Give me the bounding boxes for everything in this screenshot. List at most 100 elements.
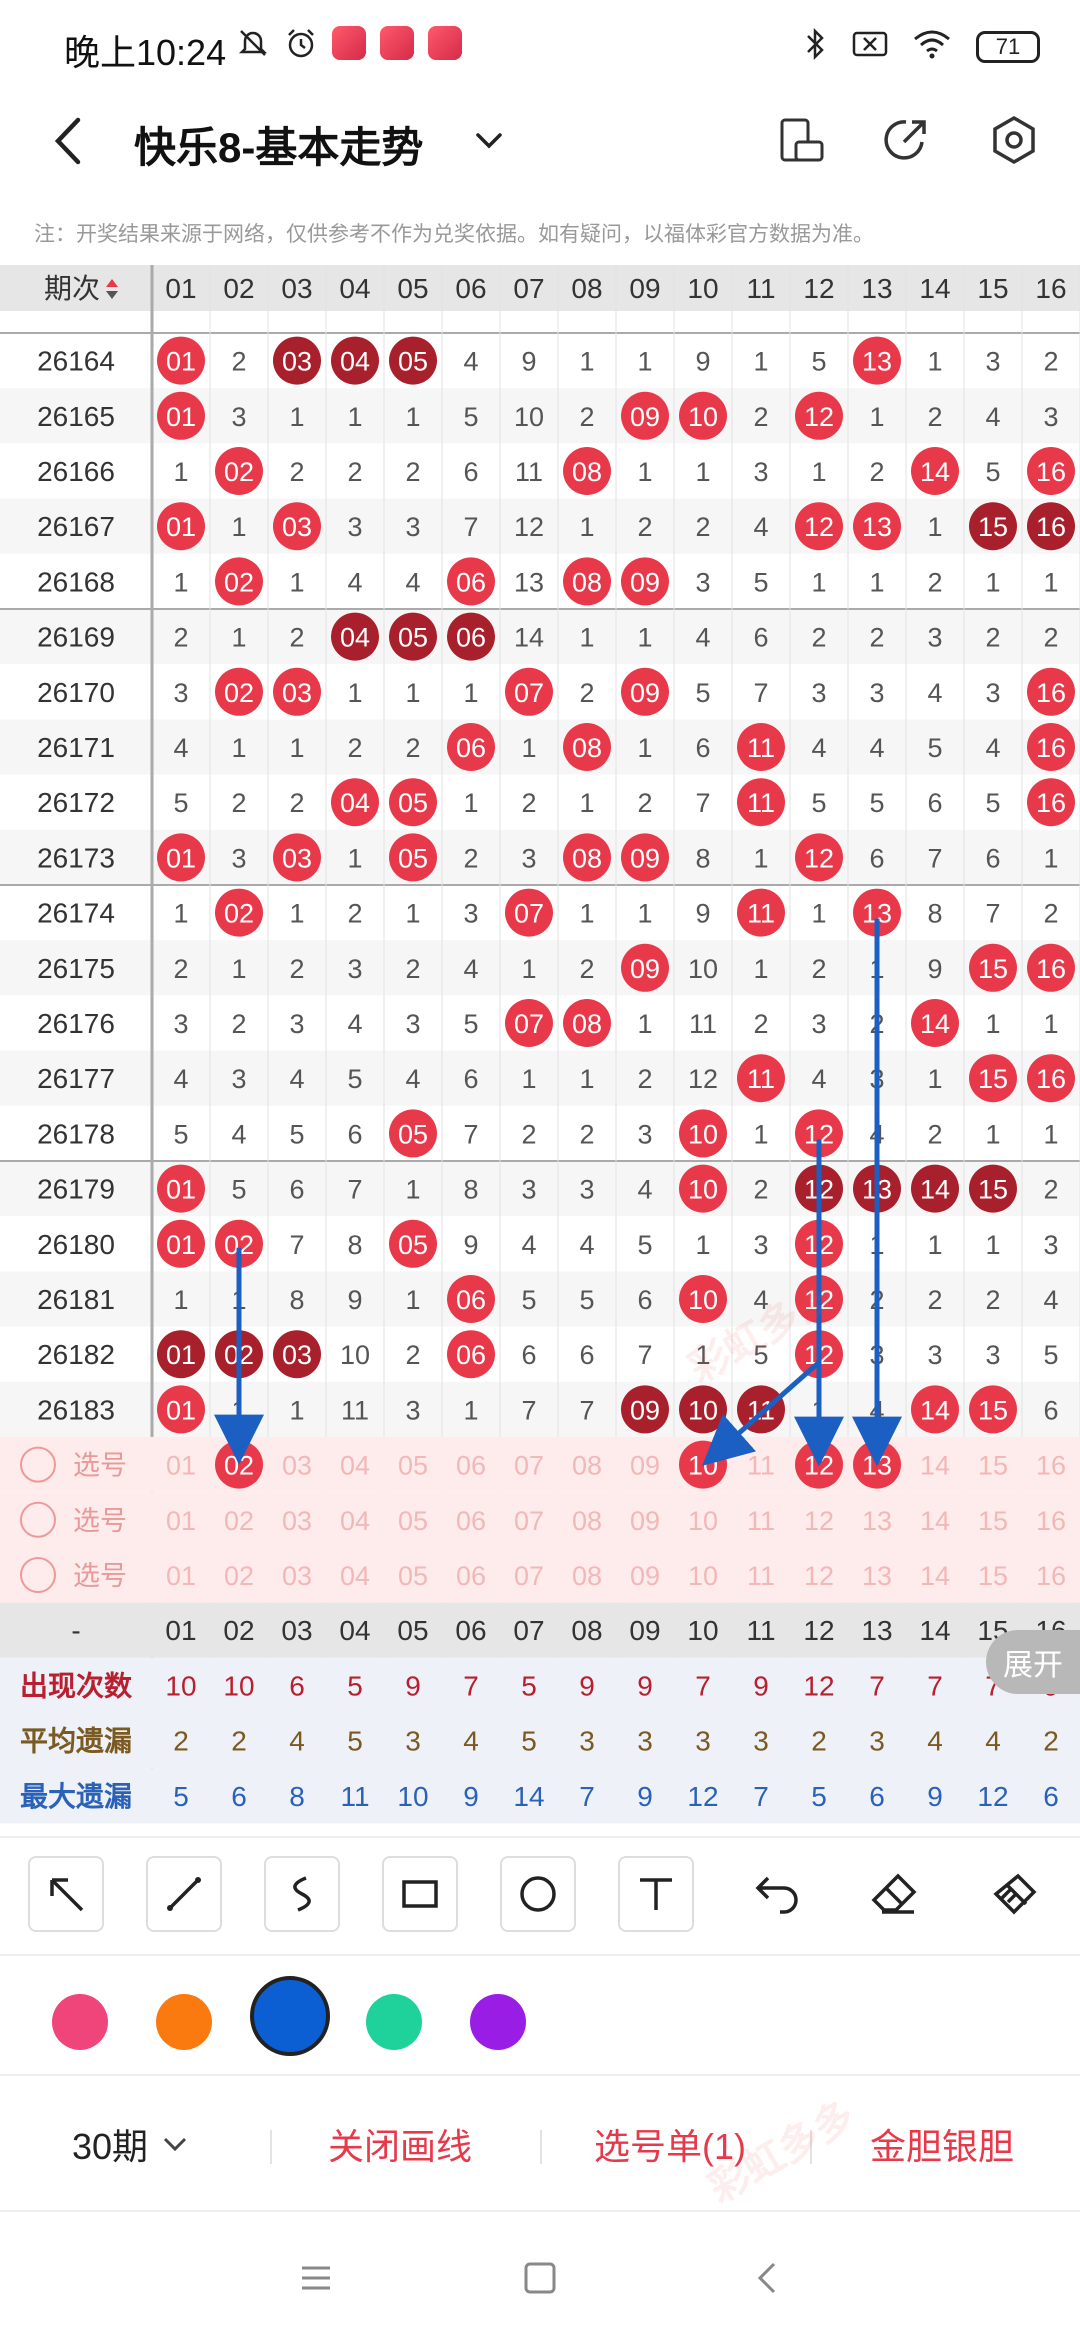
hit-number: 09 bbox=[630, 843, 660, 873]
miss-count: 1 bbox=[289, 567, 304, 597]
column-header-number: 05 bbox=[397, 273, 428, 304]
menu-nav-icon[interactable] bbox=[296, 2258, 336, 2298]
page-title[interactable]: 快乐8-基本走势 bbox=[134, 114, 423, 175]
app-notification-icon bbox=[380, 26, 414, 60]
period-cell: 26176 bbox=[37, 1008, 115, 1039]
share-icon[interactable] bbox=[880, 114, 932, 166]
miss-count: 6 bbox=[753, 623, 768, 653]
period-selector[interactable]: 30期 bbox=[72, 2118, 190, 2170]
stats-value: 5 bbox=[521, 1670, 537, 1701]
miss-count: 2 bbox=[1043, 1175, 1058, 1205]
miss-count: 12 bbox=[514, 512, 544, 542]
hit-number: 05 bbox=[398, 843, 428, 873]
circle-tool-icon[interactable] bbox=[500, 1856, 576, 1932]
wifi-icon bbox=[912, 29, 952, 64]
color-swatch-green[interactable] bbox=[366, 1994, 422, 2050]
miss-count: 1 bbox=[463, 1395, 478, 1425]
hit-number: 15 bbox=[978, 1175, 1008, 1205]
miss-count: 1 bbox=[579, 347, 594, 377]
stats-column-header: 09 bbox=[629, 1615, 660, 1646]
drawing-toolbar bbox=[0, 1840, 1080, 1950]
text-tool-icon[interactable] bbox=[618, 1856, 694, 1932]
line-tool-icon[interactable] bbox=[146, 1856, 222, 1932]
miss-count: 2 bbox=[579, 678, 594, 708]
hit-number: 05 bbox=[398, 788, 428, 818]
miss-count: 7 bbox=[463, 512, 478, 542]
stats-value: 9 bbox=[463, 1781, 479, 1812]
hit-number: 05 bbox=[398, 1119, 428, 1149]
select-option: 15 bbox=[978, 1561, 1008, 1591]
selection-list-button[interactable]: 选号单(1) bbox=[594, 2118, 746, 2170]
miss-count: 6 bbox=[985, 843, 1000, 873]
hit-number: 06 bbox=[456, 733, 486, 763]
clear-brush-icon[interactable] bbox=[976, 1856, 1052, 1932]
hit-number: 06 bbox=[456, 1285, 486, 1315]
close-drawing-button[interactable]: 关闭画线 bbox=[328, 2118, 472, 2170]
select-option: 15 bbox=[978, 1451, 1008, 1481]
expand-button[interactable]: 展开 bbox=[986, 1630, 1080, 1694]
undo-icon[interactable] bbox=[740, 1856, 816, 1932]
settings-icon[interactable] bbox=[988, 114, 1040, 166]
color-swatch-blue-selected[interactable] bbox=[250, 1976, 330, 2056]
miss-count: 3 bbox=[695, 567, 710, 597]
period-cell: 26164 bbox=[37, 346, 115, 377]
miss-count: 1 bbox=[173, 457, 188, 487]
miss-count: 1 bbox=[579, 512, 594, 542]
hit-number: 10 bbox=[688, 1285, 718, 1315]
select-option: 14 bbox=[920, 1561, 950, 1591]
miss-count: 5 bbox=[753, 1340, 768, 1370]
miss-count: 4 bbox=[811, 733, 826, 763]
miss-count: 3 bbox=[811, 1009, 826, 1039]
orientation-toggle-icon[interactable] bbox=[776, 114, 828, 166]
home-nav-icon[interactable] bbox=[520, 2258, 560, 2298]
hit-number: 09 bbox=[630, 1395, 660, 1425]
hit-number: 14 bbox=[920, 1175, 950, 1205]
miss-count: 2 bbox=[347, 457, 362, 487]
stats-column-header: 11 bbox=[746, 1615, 775, 1646]
miss-count: 1 bbox=[405, 402, 420, 432]
stats-value: 5 bbox=[811, 1781, 827, 1812]
miss-count: 5 bbox=[811, 788, 826, 818]
hit-number: 04 bbox=[340, 623, 370, 653]
miss-count: 2 bbox=[637, 788, 652, 818]
miss-count: 6 bbox=[927, 788, 942, 818]
back-nav-icon[interactable] bbox=[748, 2258, 788, 2298]
no-sim-icon bbox=[852, 29, 888, 64]
status-bar: 晚上10:24 71 bbox=[0, 0, 1080, 96]
chevron-down-icon[interactable] bbox=[472, 124, 506, 158]
miss-count: 3 bbox=[753, 457, 768, 487]
arrow-tool-icon[interactable] bbox=[28, 1856, 104, 1932]
color-swatch-pink[interactable] bbox=[52, 1994, 108, 2050]
miss-count: 2 bbox=[579, 954, 594, 984]
column-header-number: 11 bbox=[746, 273, 775, 304]
curve-tool-icon[interactable] bbox=[264, 1856, 340, 1932]
hit-number: 05 bbox=[398, 1230, 428, 1260]
miss-count: 2 bbox=[695, 512, 710, 542]
miss-count: 4 bbox=[579, 1230, 594, 1260]
miss-count: 2 bbox=[579, 402, 594, 432]
hit-number: 15 bbox=[978, 954, 1008, 984]
trend-chart-grid[interactable]: 期次 01 02 03 04 05 06 07 08 09 10 11 12 13 14 15 1626164 0… bbox=[0, 265, 1080, 1835]
period-cell: 26175 bbox=[37, 953, 115, 984]
select-option: 03 bbox=[282, 1451, 312, 1481]
miss-count: 1 bbox=[1043, 567, 1058, 597]
hit-number: 09 bbox=[630, 567, 660, 597]
miss-count: 1 bbox=[1043, 1119, 1058, 1149]
color-swatch-purple[interactable] bbox=[470, 1994, 526, 2050]
miss-count: 3 bbox=[173, 1009, 188, 1039]
eraser-icon[interactable] bbox=[856, 1856, 932, 1932]
miss-count: 5 bbox=[637, 1230, 652, 1260]
miss-count: 1 bbox=[405, 1285, 420, 1315]
miss-count: 2 bbox=[637, 1064, 652, 1094]
miss-count: 1 bbox=[173, 899, 188, 929]
miss-count: 4 bbox=[927, 678, 942, 708]
miss-count: 1 bbox=[869, 567, 884, 597]
color-swatch-orange[interactable] bbox=[156, 1994, 212, 2050]
gold-silver-button[interactable]: 金胆银胆 bbox=[870, 2118, 1014, 2170]
rectangle-tool-icon[interactable] bbox=[382, 1856, 458, 1932]
miss-count: 2 bbox=[985, 1285, 1000, 1315]
miss-count: 1 bbox=[231, 733, 246, 763]
hit-number: 01 bbox=[166, 1230, 196, 1260]
select-option: 06 bbox=[456, 1506, 486, 1536]
back-arrow-icon[interactable] bbox=[44, 114, 94, 168]
